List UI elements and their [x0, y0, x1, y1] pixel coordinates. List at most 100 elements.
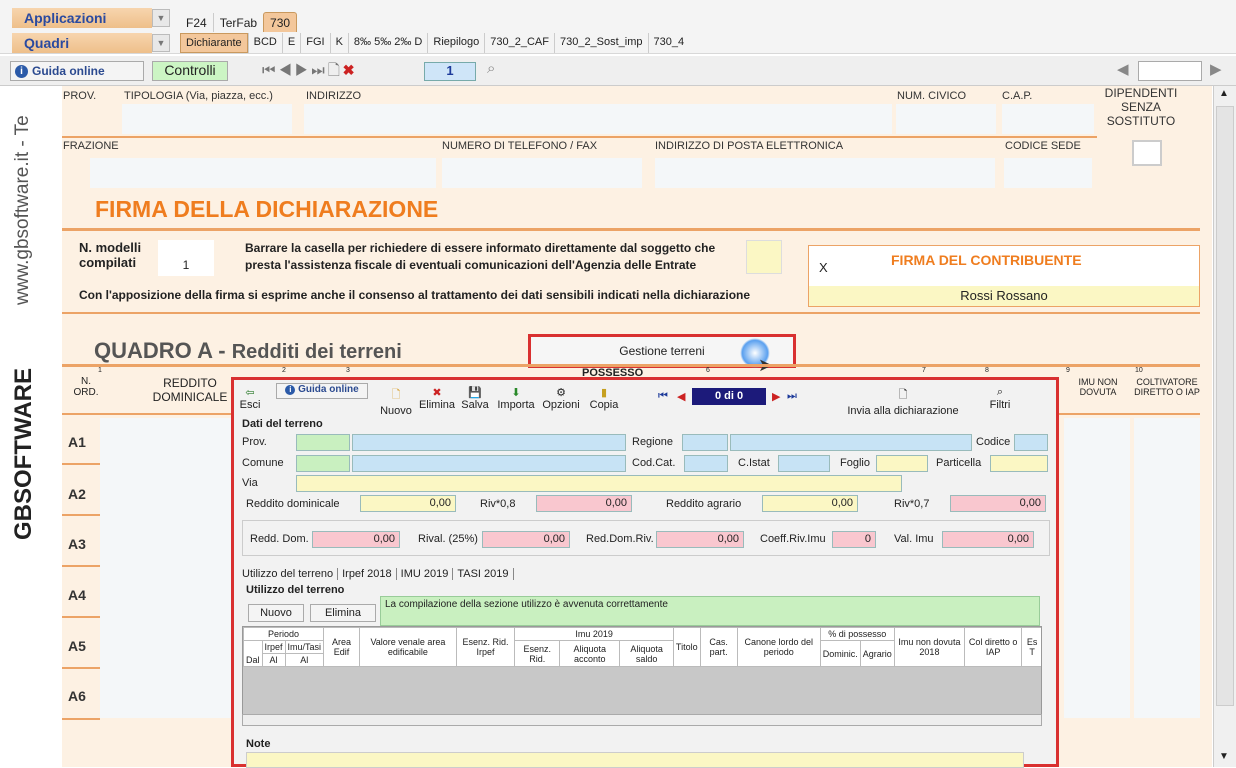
subtab-utilizzo[interactable]: Utilizzo del terreno — [242, 568, 339, 580]
note-field[interactable] — [246, 752, 1024, 768]
email-field[interactable] — [655, 158, 995, 188]
reddito-column[interactable] — [100, 418, 232, 718]
guida-online-button[interactable]: i Guida online — [10, 61, 144, 81]
dialog-prev-icon[interactable]: ◀ — [677, 390, 685, 403]
grid-header-valore: Valore venale area edificabile — [359, 627, 457, 667]
subtab-tasi[interactable]: TASI 2019 — [453, 568, 514, 580]
search-page-icon[interactable]: ⌕ — [487, 60, 495, 77]
quadri-tab-riepilogo[interactable]: Riepilogo — [427, 33, 484, 53]
copia-button[interactable]: ▮ Copia — [586, 386, 622, 411]
last-record-icon[interactable]: ⏭ — [311, 62, 328, 79]
prov-input[interactable] — [296, 434, 350, 451]
cap-field[interactable] — [1002, 104, 1094, 134]
elimina-button[interactable]: ✖ Elimina — [416, 386, 458, 411]
tipologia-field[interactable] — [122, 104, 292, 134]
tab-terfab[interactable]: TerFab — [212, 13, 263, 33]
regione-input[interactable] — [730, 434, 972, 451]
divider — [62, 312, 1200, 314]
comune-input[interactable] — [352, 455, 626, 472]
telefono-field[interactable] — [442, 158, 642, 188]
reddito-dominicale-input[interactable]: 0,00 — [360, 495, 456, 512]
quadri-tab-fgi[interactable]: FGI — [300, 33, 329, 53]
dialog-last-icon[interactable]: ⏭ — [787, 390, 797, 403]
scroll-right-icon[interactable]: ▶ — [1210, 60, 1222, 78]
quadri-tab-730-4[interactable]: 730_4 — [647, 33, 690, 53]
reddito-agrario-input[interactable]: 0,00 — [762, 495, 858, 512]
foglio-input[interactable] — [876, 455, 928, 472]
controlli-button[interactable]: Controlli — [152, 61, 228, 81]
col-num: 6 — [706, 367, 710, 374]
applicazioni-menu[interactable]: Applicazioni — [12, 8, 152, 28]
codice-input[interactable] — [1014, 434, 1048, 451]
utilizzo-nuovo-button[interactable]: Nuovo — [248, 604, 304, 622]
firmatario-field[interactable]: Rossi Rossano — [809, 286, 1199, 306]
quadri-tab-bcd[interactable]: BCD — [247, 33, 282, 53]
scroll-up-icon[interactable]: ▲ — [1219, 88, 1229, 99]
imu-column[interactable] — [1064, 418, 1130, 718]
salva-button[interactable]: 💾 Salva — [460, 386, 490, 411]
zoom-field[interactable] — [1138, 61, 1202, 81]
prov-name-input[interactable] — [352, 434, 626, 451]
dialog-next-icon[interactable]: ▶ — [772, 390, 780, 403]
coeff-input[interactable]: 0 — [832, 531, 876, 548]
delete-page-icon[interactable]: ✖ — [343, 62, 357, 79]
scrollbar-thumb[interactable] — [1216, 106, 1234, 706]
new-page-icon[interactable]: 🗋 — [328, 62, 343, 79]
dipendenti-checkbox[interactable] — [1132, 140, 1162, 166]
riv07-label: Riv*0,7 — [894, 498, 930, 510]
dialog-guida-button[interactable]: i Guida online — [276, 383, 368, 399]
quadri-tab-730-2-sost[interactable]: 730_2_Sost_imp — [553, 33, 648, 53]
utilizzo-grid[interactable]: Periodo Area Edif Valore venale area edi… — [242, 626, 1042, 726]
particella-input[interactable] — [990, 455, 1048, 472]
invia-button[interactable]: 🗋 Invia alla dichiarazione — [838, 386, 968, 417]
chevron-down-icon[interactable]: ▼ — [152, 9, 170, 27]
quadri-tab-8x1000[interactable]: 8‰ 5‰ 2‰ D — [347, 33, 427, 53]
page-number-field[interactable]: 1 — [424, 62, 476, 81]
quadri-tab-dichiarante[interactable]: Dichiarante — [180, 33, 248, 53]
quadri-tab-e[interactable]: E — [281, 33, 300, 53]
nuovo-button[interactable]: 🗋 Nuovo — [378, 386, 414, 417]
utilizzo-elimina-button[interactable]: Elimina — [310, 604, 376, 622]
quadri-tab-k[interactable]: K — [329, 33, 348, 53]
valimu-input[interactable]: 0,00 — [942, 531, 1034, 548]
rival-input[interactable]: 0,00 — [482, 531, 570, 548]
importa-button[interactable]: ⬇ Importa — [494, 386, 538, 411]
via-input[interactable] — [296, 475, 902, 492]
cistat-input[interactable] — [778, 455, 830, 472]
horizontal-scrollbar[interactable] — [242, 714, 1042, 726]
tab-f24[interactable]: F24 — [180, 13, 213, 33]
chevron-down-icon[interactable]: ▼ — [152, 34, 170, 52]
vertical-scrollbar[interactable]: ▲ ▼ — [1213, 86, 1236, 767]
codice-sede-field[interactable] — [1004, 158, 1092, 188]
esci-button[interactable]: ⇦ Esci — [238, 386, 262, 411]
filtri-button[interactable]: ⌕ Filtri — [982, 386, 1018, 411]
next-record-icon[interactable]: ▶ — [295, 62, 311, 79]
imu-header: IMU NON DOVUTA — [1078, 377, 1118, 397]
riv07-input[interactable]: 0,00 — [950, 495, 1046, 512]
first-record-icon[interactable]: ⏮ — [262, 62, 279, 79]
redd-dom-input[interactable]: 0,00 — [312, 531, 400, 548]
tab-730[interactable]: 730 — [263, 12, 298, 33]
scroll-down-icon[interactable]: ▼ — [1219, 751, 1229, 762]
send-icon: 🗋 — [898, 389, 908, 401]
scroll-left-icon[interactable]: ◀ — [1117, 60, 1129, 78]
opzioni-button[interactable]: ⚙ Opzioni — [540, 386, 582, 411]
coltivatore-column[interactable] — [1134, 418, 1200, 718]
codcat-input[interactable] — [684, 455, 728, 472]
comune-code-input[interactable] — [296, 455, 350, 472]
indirizzo-field[interactable] — [304, 104, 892, 134]
frazione-field[interactable] — [90, 158, 436, 188]
regione-code-input[interactable] — [682, 434, 728, 451]
quadri-tab-730-2-caf[interactable]: 730_2_CAF — [484, 33, 554, 53]
subtab-irpef[interactable]: Irpef 2018 — [338, 568, 397, 580]
subtab-imu[interactable]: IMU 2019 — [397, 568, 454, 580]
dialog-first-icon[interactable]: ⏮ — [658, 390, 668, 403]
riv08-input[interactable]: 0,00 — [536, 495, 632, 512]
informato-checkbox[interactable] — [746, 240, 782, 274]
reddomriv-input[interactable]: 0,00 — [656, 531, 744, 548]
quadri-menu[interactable]: Quadri — [12, 33, 152, 53]
n-modelli-field[interactable]: 1 — [158, 240, 214, 276]
grid-header-irpef: Irpef — [261, 640, 286, 654]
prev-record-icon[interactable]: ◀ — [279, 62, 295, 79]
num-civico-field[interactable] — [896, 104, 996, 134]
